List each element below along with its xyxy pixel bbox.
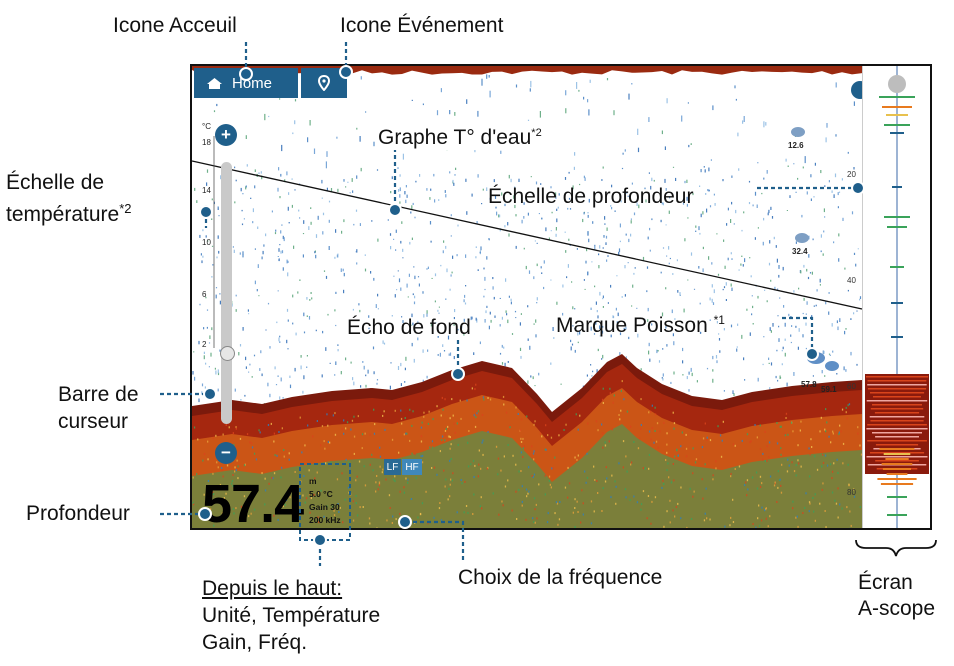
label-cursor-bar: Barre de curseur xyxy=(58,383,139,433)
label-depth-scale: Échelle de profondeur xyxy=(488,185,694,208)
leader-dot xyxy=(198,507,212,521)
a-scope-brace xyxy=(855,539,937,557)
leader-dot xyxy=(203,387,217,401)
leader-dot xyxy=(199,205,213,219)
leader-dot xyxy=(313,533,327,547)
label-home-icon: Icone Acceuil xyxy=(113,14,237,37)
label-depth: Profondeur xyxy=(26,502,130,525)
leader-dot xyxy=(805,347,819,361)
label-a-scope: Écran A-scope xyxy=(858,571,936,620)
label-frequency-choice: Choix de la fréquence xyxy=(458,566,663,589)
label-bottom-echo: Écho de fond xyxy=(347,316,471,339)
label-from-top: Depuis le haut: Unité, Température Gain,… xyxy=(202,577,381,654)
leader-dot xyxy=(388,203,402,217)
info-highlight-box xyxy=(299,463,351,541)
leader-dot xyxy=(339,65,353,79)
label-fish-mark: Marque Poisson *1 xyxy=(556,313,725,337)
leader-dot xyxy=(398,515,412,529)
leader-dot xyxy=(451,367,465,381)
label-temperature-scale: Échelle de température*2 xyxy=(6,171,132,226)
label-event-icon: Icone Événement xyxy=(340,14,504,37)
leader-dot xyxy=(239,67,253,81)
leader-dot xyxy=(851,181,865,195)
label-water-temp-graph: Graphe T° d'eau*2 xyxy=(375,121,545,150)
